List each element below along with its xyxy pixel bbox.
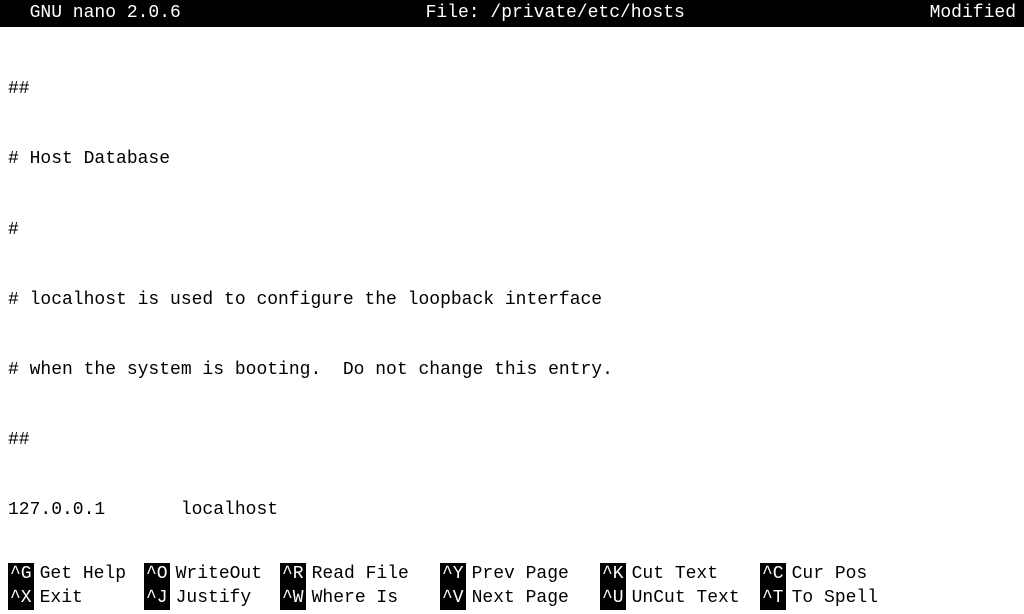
shortcut-where-is[interactable]: ^WWhere Is [280,587,440,610]
file-line: # [8,219,1016,242]
shortcut-label: Where Is [306,587,404,610]
shortcut-row: ^GGet Help ^OWriteOut ^RRead File ^YPrev… [8,563,1016,586]
key-label: ^U [600,587,626,610]
file-line: ## [8,429,1016,452]
shortcut-bar: ^GGet Help ^OWriteOut ^RRead File ^YPrev… [0,563,1024,614]
editor-header: GNU nano 2.0.6 File: /private/etc/hosts … [0,0,1024,27]
shortcut-next-page[interactable]: ^VNext Page [440,587,600,610]
file-line: # localhost is used to configure the loo… [8,289,1016,312]
shortcut-exit[interactable]: ^XExit [8,587,144,610]
key-label: ^T [760,587,786,610]
shortcut-label: To Spell [786,587,884,610]
key-label: ^G [8,563,34,586]
shortcut-read-file[interactable]: ^RRead File [280,563,440,586]
shortcut-label: Exit [34,587,89,610]
key-label: ^V [440,587,466,610]
shortcut-cut-text[interactable]: ^KCut Text [600,563,760,586]
shortcut-cur-pos[interactable]: ^CCur Pos [760,563,900,586]
shortcut-label: WriteOut [170,563,268,586]
modified-status: Modified [930,2,1016,25]
file-line: # when the system is booting. Do not cha… [8,359,1016,382]
shortcut-label: UnCut Text [626,587,746,610]
shortcut-label: Prev Page [466,563,575,586]
file-line: 127.0.0.1 localhost [8,499,1016,522]
key-label: ^O [144,563,170,586]
shortcut-uncut-text[interactable]: ^UUnCut Text [600,587,760,610]
shortcut-get-help[interactable]: ^GGet Help [8,563,144,586]
key-label: ^J [144,587,170,610]
key-label: ^Y [440,563,466,586]
editor-content[interactable]: ## # Host Database # # localhost is used… [0,27,1024,563]
shortcut-justify[interactable]: ^JJustify [144,587,280,610]
shortcut-label: Get Help [34,563,132,586]
file-line: ## [8,78,1016,101]
shortcut-label: Justify [170,587,258,610]
key-label: ^W [280,587,306,610]
shortcut-label: Cur Pos [786,563,874,586]
key-label: ^K [600,563,626,586]
shortcut-label: Read File [306,563,415,586]
shortcut-to-spell[interactable]: ^TTo Spell [760,587,900,610]
app-name: GNU nano 2.0.6 [8,2,181,25]
shortcut-prev-page[interactable]: ^YPrev Page [440,563,600,586]
shortcut-label: Next Page [466,587,575,610]
file-line: # Host Database [8,148,1016,171]
shortcut-writeout[interactable]: ^OWriteOut [144,563,280,586]
key-label: ^R [280,563,306,586]
shortcut-row: ^XExit ^JJustify ^WWhere Is ^VNext Page … [8,587,1016,610]
file-path: File: /private/etc/hosts [181,2,930,25]
key-label: ^X [8,587,34,610]
key-label: ^C [760,563,786,586]
shortcut-label: Cut Text [626,563,724,586]
